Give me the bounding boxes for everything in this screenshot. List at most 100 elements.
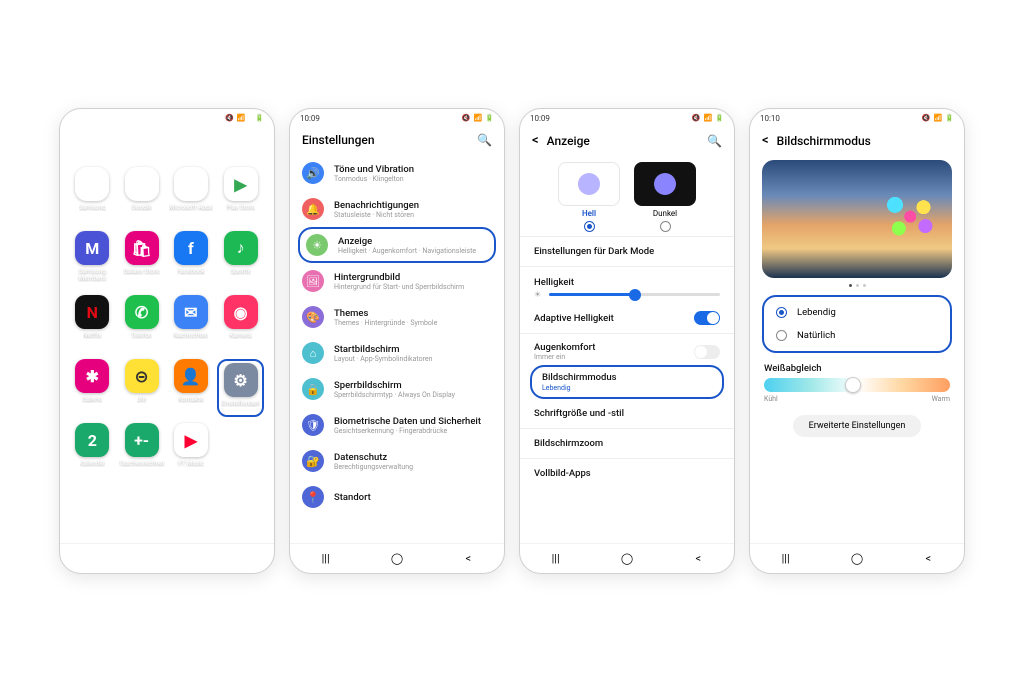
mode-natural-row[interactable]: Natürlich [764,324,950,347]
screen-mode-row[interactable]: Bildschirmmodus Lebendig [530,365,724,399]
app-label: Nachrichten [173,332,208,339]
row-label: Biometrische Daten und Sicherheit [334,416,481,427]
back-icon[interactable]: < [762,133,769,148]
fullscreen-row[interactable]: Vollbild-Apps [520,461,734,479]
theme-light-label: Hell [582,209,596,218]
app-microsoft-apps[interactable]: Microsoft Apps [169,167,214,225]
settings-row-standort[interactable]: 📍Standort [290,479,504,515]
theme-dark-option[interactable]: Dunkel [634,162,696,232]
eye-comfort-row[interactable]: Augenkomfort Immer ein [520,336,734,363]
row-sub: Gesichtserkennung · Fingerabdrücke [334,427,481,435]
back-button[interactable]: < [218,552,258,565]
app-samsung-members[interactable]: MSamsung Members [70,231,115,289]
dark-mode-settings-row[interactable]: Einstellungen für Dark Mode [520,239,734,264]
back-button[interactable]: < [908,552,948,565]
brightness-slider[interactable]: ☀ [520,290,734,305]
radio-light[interactable] [584,221,595,232]
page-indicator [60,531,274,543]
home-button[interactable]: ◯ [837,552,877,565]
app-einstellungen[interactable]: ⚙Einstellungen [217,359,264,417]
app-galaxy-store[interactable]: 🛍Galaxy Store [119,231,165,289]
telefon-icon: ✆ [125,295,159,329]
more-icon[interactable]: ⋮ [245,140,254,150]
app-kontakte[interactable]: 👤Kontakte [169,359,214,417]
slider-thumb[interactable] [845,377,861,393]
app-kamera[interactable]: ◉Kamera [217,295,264,353]
home-button[interactable]: ◯ [377,552,417,565]
home-button[interactable]: ◯ [607,552,647,565]
app-telefon[interactable]: ✆Telefon [119,295,165,353]
radio-natural[interactable] [776,330,787,341]
taschenrechner-icon: +- [125,423,159,457]
preview-page-indicator [750,284,964,287]
recents-button[interactable]: ||| [76,552,116,565]
app-yt-music[interactable]: ▶ YT Music [169,423,214,481]
advanced-settings-button[interactable]: Erweiterte Einstellungen [793,415,922,437]
dot [170,535,174,539]
search-icon[interactable]: 🔍 [707,134,722,148]
theme-light-option[interactable]: Hell [558,162,620,232]
row-label: Themes [334,308,437,319]
yt-music-icon: ▶ [174,423,208,457]
recents-button[interactable]: ||| [536,552,576,565]
search-placeholder: Suchen [80,140,110,150]
theme-dark-thumb [634,162,696,206]
settings-row-sperrbildschirm[interactable]: 🔒SperrbildschirmSperrbildschirmtyp · Alw… [290,371,504,407]
recents-button[interactable]: ||| [306,552,346,565]
app-spotify[interactable]: ♪Spotify [217,231,264,289]
settings-row-startbildschirm[interactable]: ⌂StartbildschirmLayout · App-Symbolindik… [290,335,504,371]
settings-row-hintergrundbild[interactable]: 🖼HintergrundbildHintergrund für Start- u… [290,263,504,299]
app-play-store[interactable]: ▶Play Store [217,167,264,225]
app-taschenrechner[interactable]: +-Taschenrechner [119,423,165,481]
back-icon[interactable]: < [532,133,539,148]
back-button[interactable]: < [678,552,718,565]
row-icon: 🖼 [302,270,324,292]
app-label: YT Music [177,460,204,467]
row-label: Datenschutz [334,452,413,463]
row-label: Benachrichtigungen [334,200,419,211]
preview-image[interactable] [762,160,952,278]
settings-row-datenschutz[interactable]: 🔐DatenschutzBerechtigungsverwaltung [290,443,504,479]
app-uhr[interactable]: ⊝Uhr [119,359,165,417]
radio-dark[interactable] [660,221,671,232]
settings-row-themes[interactable]: 🎨ThemesThemes · Hintergründe · Symbole [290,299,504,335]
font-row[interactable]: Schriftgröße und -stil [520,401,734,426]
row-label: Töne und Vibration [334,164,414,175]
row-sub: Statusleiste · Nicht stören [334,211,419,219]
white-balance-slider[interactable] [764,378,950,392]
row-icon: 📍 [302,486,324,508]
app-nachrichten[interactable]: ✉Nachrichten [169,295,214,353]
settings-row-biometrische-daten-und-sicherheit[interactable]: 🛡Biometrische Daten und SicherheitGesich… [290,407,504,443]
mute-icon: 🔇 [692,114,701,122]
app-label: Uhr [137,396,147,403]
signal-icon: ▮ [248,114,252,122]
app-galerie[interactable]: ✱Galerie [70,359,115,417]
mode-vivid-row[interactable]: Lebendig [764,301,950,324]
app-kalender[interactable]: 2Kalender [70,423,115,481]
nav-bar: ||| ◯ < [290,543,504,573]
home-button[interactable]: ◯ [147,552,187,565]
app-label: Einstellungen [221,400,260,407]
eye-comfort-toggle[interactable] [694,345,720,359]
settings-row-benachrichtigungen[interactable]: 🔔BenachrichtigungenStatusleiste · Nicht … [290,191,504,227]
app-google[interactable]: Google [119,167,165,225]
app-label: Facebook [177,268,205,275]
app-netflix[interactable]: NNetflix [70,295,115,353]
adaptive-brightness-row[interactable]: Adaptive Helligkeit [520,305,734,331]
status-icons: 🔇 📶 ▮ 🔋 [225,114,264,122]
app-facebook[interactable]: fFacebook [169,231,214,289]
radio-vivid[interactable] [776,307,787,318]
back-button[interactable]: < [448,552,488,565]
settings-row-t-ne-und-vibration[interactable]: 🔊Töne und VibrationTonmodus · Klingelton [290,155,504,191]
search-icon[interactable]: 🔍 [477,133,492,147]
spotify-icon: ♪ [224,231,258,265]
adaptive-toggle[interactable] [694,311,720,325]
search-bar[interactable]: Suchen ⋮ [70,133,264,157]
theme-light-thumb [558,162,620,206]
zoom-row[interactable]: Bildschirmzoom [520,431,734,456]
app-samsung[interactable]: Samsung [70,167,115,225]
settings-row-anzeige[interactable]: ☀AnzeigeHelligkeit · Augenkomfort · Navi… [298,227,496,263]
row-label: Sperrbildschirm [334,380,455,391]
play-store-icon: ▶ [224,167,258,201]
recents-button[interactable]: ||| [766,552,806,565]
